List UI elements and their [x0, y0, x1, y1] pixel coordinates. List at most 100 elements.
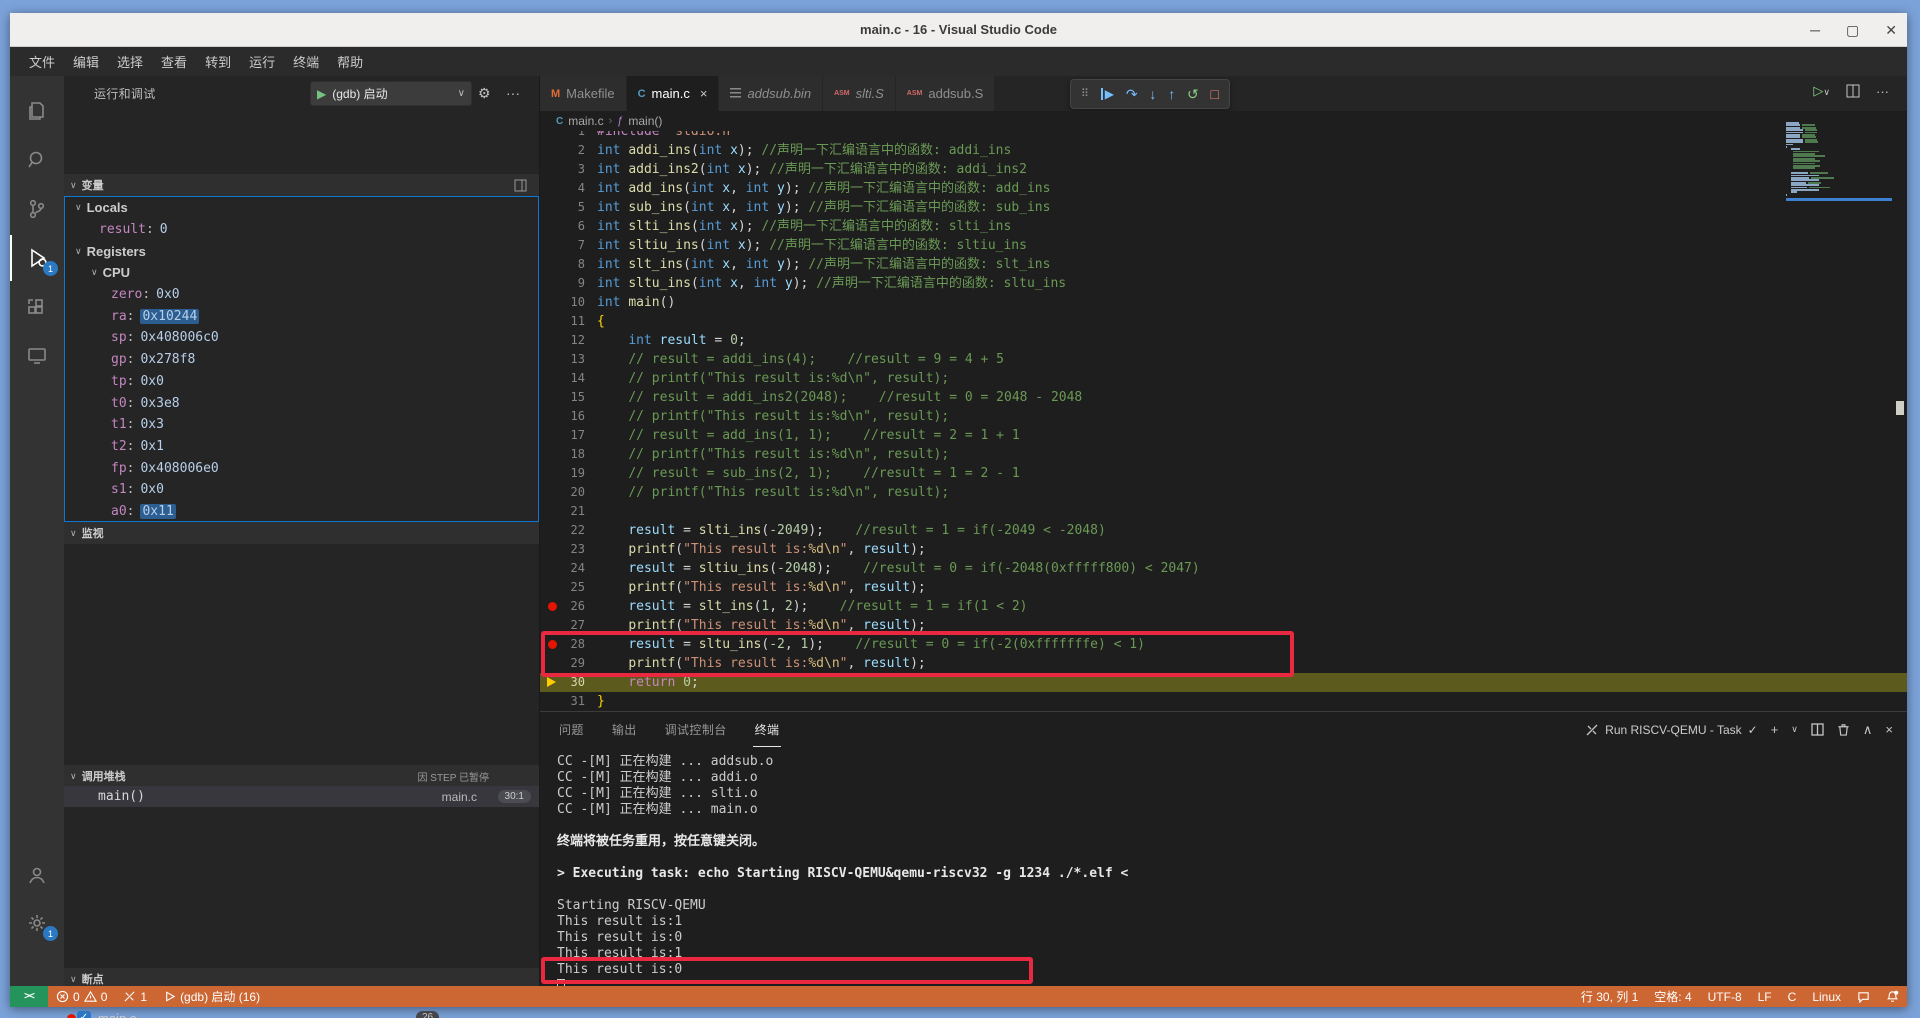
- terminal-task-label[interactable]: Run RISCV-QEMU - Task ✓: [1585, 723, 1758, 737]
- code-line[interactable]: 13 // result = addi_ins(4); //result = 9…: [540, 350, 1907, 369]
- code-line[interactable]: 4int add_ins(int x, int y); //声明一下汇编语言中的…: [540, 179, 1907, 198]
- maximize-icon[interactable]: ▢: [1846, 22, 1859, 39]
- search-icon[interactable]: [10, 137, 64, 183]
- problems-status[interactable]: 0 0: [48, 986, 115, 1007]
- menu-item[interactable]: 终端: [284, 48, 328, 75]
- code-line[interactable]: 9int sltu_ins(int x, int y); //声明一下汇编语言中…: [540, 274, 1907, 293]
- tab-main.c[interactable]: Cmain.c×: [627, 76, 720, 111]
- maximize-panel-icon[interactable]: ∧: [1863, 722, 1873, 738]
- status-item[interactable]: 空格: 4: [1646, 986, 1699, 1007]
- open-panel-icon[interactable]: [514, 179, 527, 192]
- code-line[interactable]: 25 printf("This result is:%d\n", result)…: [540, 578, 1907, 597]
- step-into-icon[interactable]: ↓: [1149, 87, 1156, 101]
- debug-session-status[interactable]: (gdb) 启动 (16): [155, 986, 268, 1007]
- feedback-icon[interactable]: [1849, 986, 1878, 1007]
- menu-item[interactable]: 运行: [240, 48, 284, 75]
- tab-addsub.S[interactable]: ASMaddsub.S: [896, 76, 996, 111]
- new-terminal-icon[interactable]: +: [1771, 722, 1779, 737]
- more-actions-icon[interactable]: ···: [1876, 84, 1889, 99]
- variable-row-t2[interactable]: t2:0x1: [65, 436, 538, 458]
- variables-group-Locals[interactable]: ∨Locals: [65, 197, 538, 219]
- variable-row-t1[interactable]: t1:0x3: [65, 414, 538, 436]
- code-line[interactable]: 1#include "stdio.h": [540, 131, 1907, 141]
- code-line[interactable]: 12 int result = 0;: [540, 331, 1907, 350]
- source-control-icon[interactable]: [10, 186, 64, 232]
- variable-row-zero[interactable]: zero:0x0: [65, 284, 538, 306]
- terminal-dropdown-icon[interactable]: ∨: [1791, 724, 1798, 735]
- variable-row-a0[interactable]: a0:0x11: [65, 501, 538, 522]
- code-line[interactable]: 27 printf("This result is:%d\n", result)…: [540, 616, 1907, 635]
- remote-explorer-icon[interactable]: [10, 333, 64, 379]
- code-line[interactable]: 6int slti_ins(int x); //声明一下汇编语言中的函数: sl…: [540, 217, 1907, 236]
- debug-config-dropdown[interactable]: ▶ (gdb) 启动 ∨: [310, 81, 472, 106]
- menu-item[interactable]: 选择: [108, 48, 152, 75]
- step-out-icon[interactable]: ↑: [1168, 87, 1175, 101]
- status-item[interactable]: LF: [1750, 986, 1780, 1007]
- minimap[interactable]: [1786, 122, 1898, 202]
- variable-row-fp[interactable]: fp:0x408006e0: [65, 457, 538, 479]
- code-line[interactable]: 29 printf("This result is:%d\n", result)…: [540, 654, 1907, 673]
- tab-Makefile[interactable]: MMakefile: [540, 76, 627, 111]
- code-line[interactable]: 5int sub_ins(int x, int y); //声明一下汇编语言中的…: [540, 198, 1907, 217]
- code-line[interactable]: 18 // printf("This result is:%d\n", resu…: [540, 445, 1907, 464]
- code-line[interactable]: 20 // printf("This result is:%d\n", resu…: [540, 483, 1907, 502]
- panel-tab-终端[interactable]: 终端: [753, 713, 782, 747]
- code-line[interactable]: 21: [540, 502, 1907, 521]
- menu-item[interactable]: 帮助: [328, 48, 372, 75]
- continue-icon[interactable]: ▶: [1101, 88, 1114, 100]
- split-terminal-icon[interactable]: [1811, 723, 1824, 736]
- more-actions-icon[interactable]: ···: [506, 85, 520, 101]
- explorer-icon[interactable]: [10, 88, 64, 134]
- variables-group-Registers[interactable]: ∨Registers: [65, 240, 538, 262]
- tab-addsub.bin[interactable]: addsub.bin: [719, 76, 823, 111]
- running-tasks-status[interactable]: 1: [115, 986, 155, 1007]
- terminal-output[interactable]: CC -[M] 正在构建 ... addsub.oCC -[M] 正在构建 ..…: [540, 747, 1907, 986]
- code-line[interactable]: 31}: [540, 692, 1907, 711]
- variable-row-t0[interactable]: t0:0x3e8: [65, 392, 538, 414]
- status-item[interactable]: UTF-8: [1700, 986, 1750, 1007]
- split-editor-icon[interactable]: [1846, 84, 1860, 98]
- code-line[interactable]: 15 // result = addi_ins2(2048); //result…: [540, 388, 1907, 407]
- breakpoint-checkbox[interactable]: ✓: [77, 1011, 91, 1018]
- panel-tab-输出[interactable]: 输出: [610, 713, 639, 746]
- breadcrumb-file[interactable]: main.c: [568, 114, 603, 128]
- code-line[interactable]: 14 // printf("This result is:%d\n", resu…: [540, 369, 1907, 388]
- code-line[interactable]: 7int sltiu_ins(int x); //声明一下汇编语言中的函数: s…: [540, 236, 1907, 255]
- variables-group-CPU[interactable]: ∨CPU: [65, 262, 538, 284]
- code-line[interactable]: 17 // result = add_ins(1, 1); //result =…: [540, 426, 1907, 445]
- notifications-bell-icon[interactable]: [1878, 986, 1907, 1007]
- code-line[interactable]: 11{: [540, 312, 1907, 331]
- code-editor[interactable]: 1#include "stdio.h"2int addi_ins(int x);…: [540, 131, 1907, 711]
- close-tab-icon[interactable]: ×: [700, 86, 708, 101]
- drag-grip-icon[interactable]: ⠿: [1081, 89, 1089, 100]
- watch-section-header[interactable]: ∨ 监视: [64, 522, 539, 544]
- close-panel-icon[interactable]: ×: [1885, 722, 1893, 737]
- status-item[interactable]: Linux: [1804, 986, 1849, 1007]
- menu-item[interactable]: 查看: [152, 48, 196, 75]
- settings-gear-icon[interactable]: 1: [10, 900, 64, 946]
- code-line[interactable]: 24 result = sltiu_ins(-2048); //result =…: [540, 559, 1907, 578]
- minimize-icon[interactable]: ─: [1810, 22, 1820, 38]
- tab-slti.S[interactable]: ASMslti.S: [823, 76, 896, 111]
- breakpoint-row[interactable]: ✓main.c26: [64, 1008, 539, 1018]
- variable-row-result[interactable]: result:0: [65, 219, 538, 241]
- restart-icon[interactable]: ↺: [1187, 87, 1199, 101]
- start-debug-icon[interactable]: ▶: [317, 87, 326, 101]
- panel-tab-调试控制台[interactable]: 调试控制台: [663, 713, 729, 746]
- status-item[interactable]: 行 30, 列 1: [1573, 986, 1646, 1007]
- code-line[interactable]: 19 // result = sub_ins(2, 1); //result =…: [540, 464, 1907, 483]
- variables-section-header[interactable]: ∨ 变量: [64, 174, 539, 196]
- variable-row-tp[interactable]: tp:0x0: [65, 371, 538, 393]
- variable-row-s1[interactable]: s1:0x0: [65, 479, 538, 501]
- variable-row-gp[interactable]: gp:0x278f8: [65, 349, 538, 371]
- code-line[interactable]: 28 result = sltu_ins(-2, 1); //result = …: [540, 635, 1907, 654]
- code-line[interactable]: 23 printf("This result is:%d\n", result)…: [540, 540, 1907, 559]
- code-line[interactable]: 3int addi_ins2(int x); //声明一下汇编语言中的函数: a…: [540, 160, 1907, 179]
- minimap-slider[interactable]: [1786, 198, 1892, 201]
- remote-indicator[interactable]: ><: [10, 986, 48, 1007]
- kill-terminal-icon[interactable]: [1837, 723, 1850, 736]
- code-line[interactable]: 22 result = slti_ins(-2049); //result = …: [540, 521, 1907, 540]
- debug-gear-icon[interactable]: ⚙: [478, 85, 491, 102]
- code-line[interactable]: 8int slt_ins(int x, int y); //声明一下汇编语言中的…: [540, 255, 1907, 274]
- code-line[interactable]: 16 // printf("This result is:%d\n", resu…: [540, 407, 1907, 426]
